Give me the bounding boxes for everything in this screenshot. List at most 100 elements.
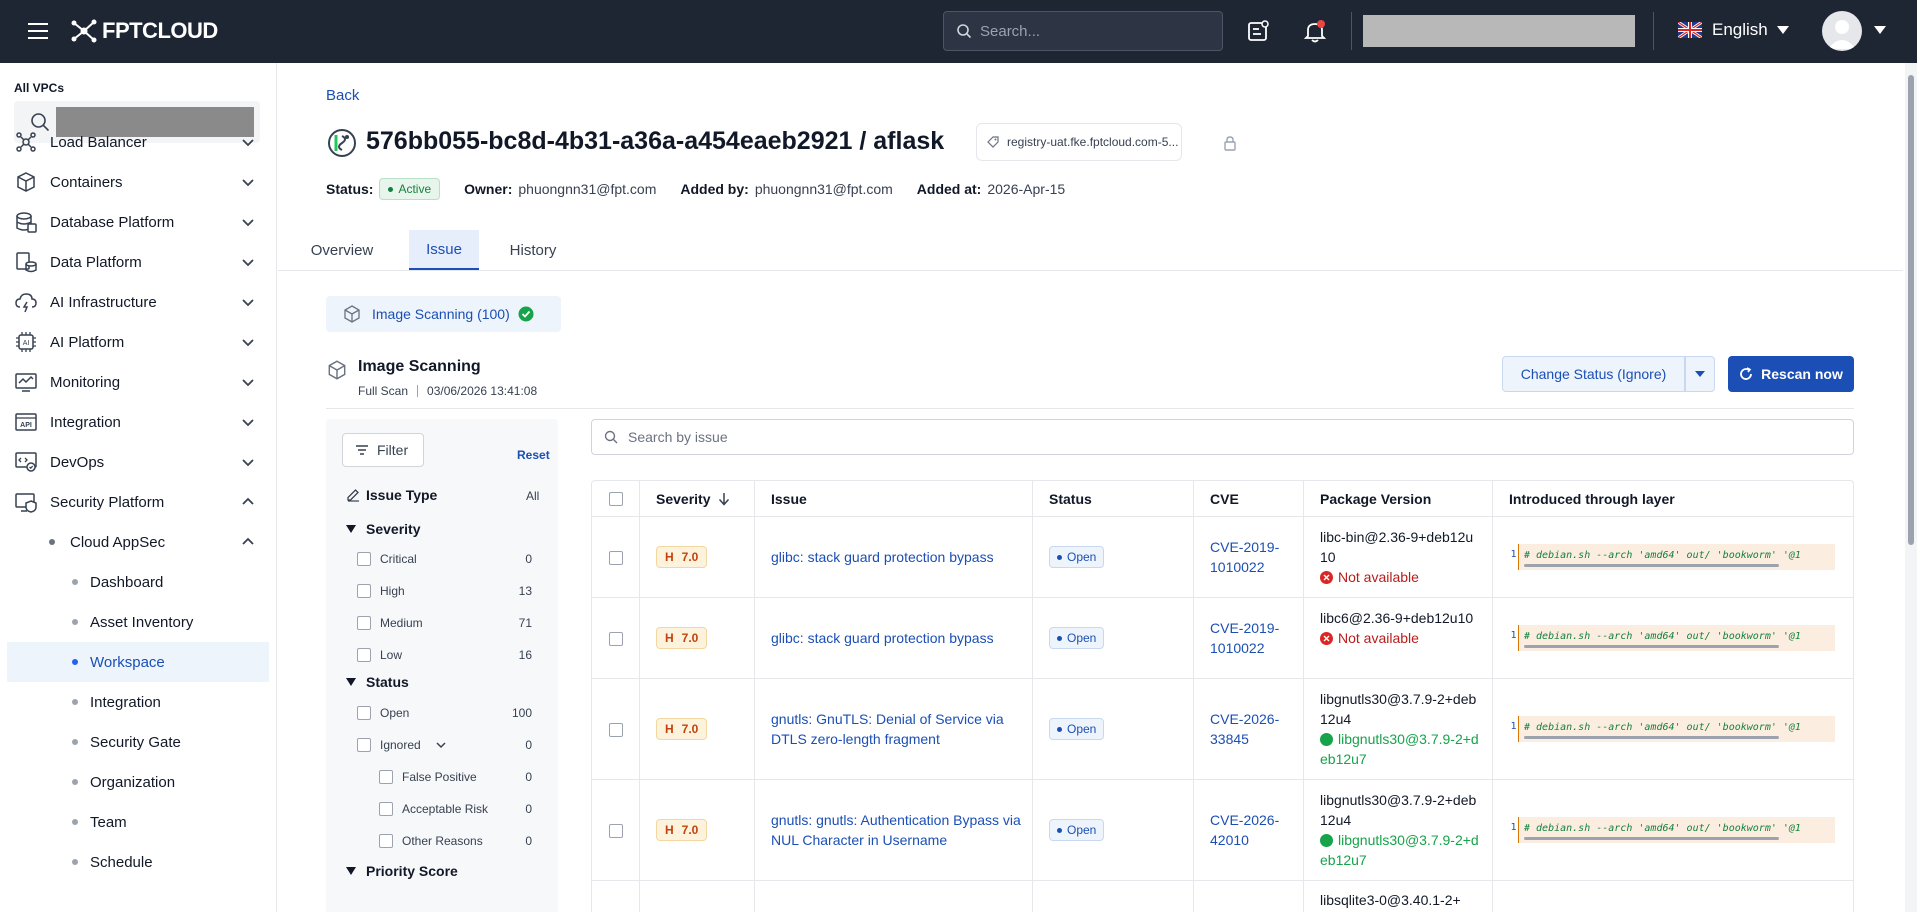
cve-link[interactable]: CVE-2026-42010 xyxy=(1210,810,1290,850)
table-row[interactable]: H 7.0 gnutls: gnutls: Authentication Bypa… xyxy=(592,780,1853,881)
issue-type-value[interactable]: All xyxy=(526,489,539,503)
scrollbar[interactable] xyxy=(1524,564,1779,567)
status-badge: Open xyxy=(1049,718,1105,740)
checkbox[interactable] xyxy=(379,802,393,816)
sidebar-item-monitoring[interactable]: Monitoring xyxy=(0,362,276,402)
select-all-checkbox[interactable] xyxy=(608,491,623,506)
devops-icon xyxy=(15,452,37,472)
sidebar-item-label: Security Gate xyxy=(90,733,181,751)
sidebar-item-label: DevOps xyxy=(50,453,105,471)
sidebar-item-security-platform[interactable]: Security Platform xyxy=(0,482,276,522)
checkbox[interactable] xyxy=(357,616,371,630)
reset-link[interactable]: Reset xyxy=(517,448,550,462)
image-scanning-chip[interactable]: Image Scanning (100) xyxy=(326,296,561,332)
sidebar-item-dashboard[interactable]: Dashboard xyxy=(0,562,276,602)
redacted-project-selector[interactable] xyxy=(1363,15,1635,47)
sidebar-item-ai-platform[interactable]: AI AI Platform xyxy=(0,322,276,362)
hamburger-menu-icon[interactable] xyxy=(26,20,50,42)
sidebar-item-devops[interactable]: DevOps xyxy=(0,442,276,482)
table-row[interactable]: H 7.0 glibc: stack guard protection bypas… xyxy=(592,517,1853,598)
sidebar-item-data-platform[interactable]: Data Platform xyxy=(0,242,276,282)
row-checkbox[interactable] xyxy=(609,824,623,838)
issue-link[interactable]: gnutls: GnuTLS: Denial of Service via DT… xyxy=(771,709,1026,749)
sidebar-item-containers[interactable]: Containers xyxy=(0,162,276,202)
filter-severity-critical: Critical 0 xyxy=(326,549,558,569)
sidebar-item-label: Organization xyxy=(90,773,176,791)
global-search-input[interactable] xyxy=(980,22,1200,40)
issue-search-input[interactable] xyxy=(628,429,1828,445)
severity-cell: H 7.0 xyxy=(640,679,755,779)
change-status-button[interactable]: Change Status (Ignore) xyxy=(1502,356,1685,392)
global-search[interactable] xyxy=(943,11,1223,51)
scrollbar[interactable] xyxy=(1524,645,1779,648)
registry-chip[interactable]: registry-uat.fke.fptcloud.com-5... xyxy=(976,123,1182,161)
fpt-cloud-logo[interactable]: FPTCLOUD xyxy=(70,17,218,45)
notification-bell-icon[interactable] xyxy=(1302,18,1328,44)
cube-icon xyxy=(344,305,360,323)
change-status-dropdown-button[interactable] xyxy=(1685,356,1715,392)
layer-code-block[interactable]: 1 # debian.sh --arch 'amd64' out/ 'bookwo… xyxy=(1509,716,1835,742)
checkbox[interactable] xyxy=(357,584,371,598)
sidebar-item-team[interactable]: Team xyxy=(0,802,276,842)
column-header-severity[interactable]: Severity xyxy=(640,481,755,517)
language-selector[interactable]: English xyxy=(1678,20,1790,40)
sidebar-item-organization[interactable]: Organization xyxy=(0,762,276,802)
back-link[interactable]: Back xyxy=(326,87,359,104)
sidebar-group-cloud-appsec[interactable]: Cloud AppSec xyxy=(0,522,276,562)
fpt-logo-icon xyxy=(71,19,97,43)
cve-link[interactable]: CVE-2019-1010022 xyxy=(1210,537,1290,577)
severity-group-toggle[interactable]: Severity xyxy=(346,521,420,537)
sidebar-item-integration[interactable]: API Integration xyxy=(0,402,276,442)
filter-button[interactable]: Filter xyxy=(342,433,424,467)
rescan-button[interactable]: Rescan now xyxy=(1728,356,1854,392)
sidebar-item-security-gate[interactable]: Security Gate xyxy=(0,722,276,762)
tab-overview[interactable]: Overview xyxy=(307,230,377,270)
checkbox[interactable] xyxy=(379,834,393,848)
table-row[interactable]: H 7.0 glibc: stack guard protection bypas… xyxy=(592,598,1853,679)
checkbox[interactable] xyxy=(379,770,393,784)
notes-icon[interactable] xyxy=(1245,18,1271,44)
issue-search[interactable] xyxy=(591,419,1854,455)
issue-link[interactable]: gnutls: gnutls: Authentication Bypass vi… xyxy=(771,810,1026,850)
issue-link[interactable]: glibc: stack guard protection bypass xyxy=(771,547,1021,567)
triangle-down-icon xyxy=(346,867,356,875)
status-group-toggle[interactable]: Status xyxy=(346,674,409,690)
row-checkbox[interactable] xyxy=(609,551,623,565)
table-row[interactable]: libsqlite3-0@3.40.1-2+ xyxy=(592,881,1853,912)
row-checkbox[interactable] xyxy=(609,632,623,646)
tab-issue[interactable]: Issue xyxy=(409,230,479,270)
scrollbar[interactable] xyxy=(1524,736,1779,739)
ai-platform-icon: AI xyxy=(16,332,36,352)
scrollbar-thumb[interactable] xyxy=(1908,75,1914,545)
sidebar-item-asset-inventory[interactable]: Asset Inventory xyxy=(0,602,276,642)
checkbox[interactable] xyxy=(357,552,371,566)
sidebar-item-schedule[interactable]: Schedule xyxy=(0,842,276,882)
tab-history[interactable]: History xyxy=(498,230,568,270)
checkbox[interactable] xyxy=(357,706,371,720)
database-icon xyxy=(16,212,37,233)
table-row[interactable]: H 7.0 gnutls: GnuTLS: Denial of Service v… xyxy=(592,679,1853,780)
caret-down-icon[interactable] xyxy=(1873,23,1887,37)
scrollbar[interactable] xyxy=(1524,837,1779,840)
checkbox[interactable] xyxy=(357,648,371,662)
cve-link[interactable]: CVE-2026-33845 xyxy=(1210,709,1290,749)
chevron-down-icon[interactable] xyxy=(436,740,446,750)
sidebar-item-integration-sub[interactable]: Integration xyxy=(0,682,276,722)
cve-link[interactable]: CVE-2019-1010022 xyxy=(1210,618,1290,658)
row-checkbox[interactable] xyxy=(609,723,623,737)
layer-code-block[interactable]: 1 # debian.sh --arch 'amd64' out/ 'bookwo… xyxy=(1509,817,1835,843)
layer-code-block[interactable]: 1 # debian.sh --arch 'amd64' out/ 'bookwo… xyxy=(1509,625,1835,651)
layer-code-block[interactable]: 1 # debian.sh --arch 'amd64' out/ 'bookwo… xyxy=(1509,544,1835,570)
package-cell: libgnutls30@3.7.9-2+deb12u4 libgnutls30@… xyxy=(1304,679,1493,779)
priority-score-group-toggle[interactable]: Priority Score xyxy=(346,863,458,879)
sidebar-item-ai-infrastructure[interactable]: AI Infrastructure xyxy=(0,282,276,322)
sidebar-item-load-balancer[interactable]: Load Balancer xyxy=(0,122,276,162)
sidebar-item-workspace[interactable]: Workspace xyxy=(7,642,269,682)
sidebar-item-database-platform[interactable]: Database Platform xyxy=(0,202,276,242)
image-repo-icon xyxy=(328,129,356,157)
page-scrollbar[interactable] xyxy=(1905,63,1917,912)
issue-link[interactable]: glibc: stack guard protection bypass xyxy=(771,628,1021,648)
checkbox[interactable] xyxy=(357,738,371,752)
issue-cell: glibc: stack guard protection bypass xyxy=(755,517,1033,597)
avatar[interactable] xyxy=(1822,11,1862,51)
